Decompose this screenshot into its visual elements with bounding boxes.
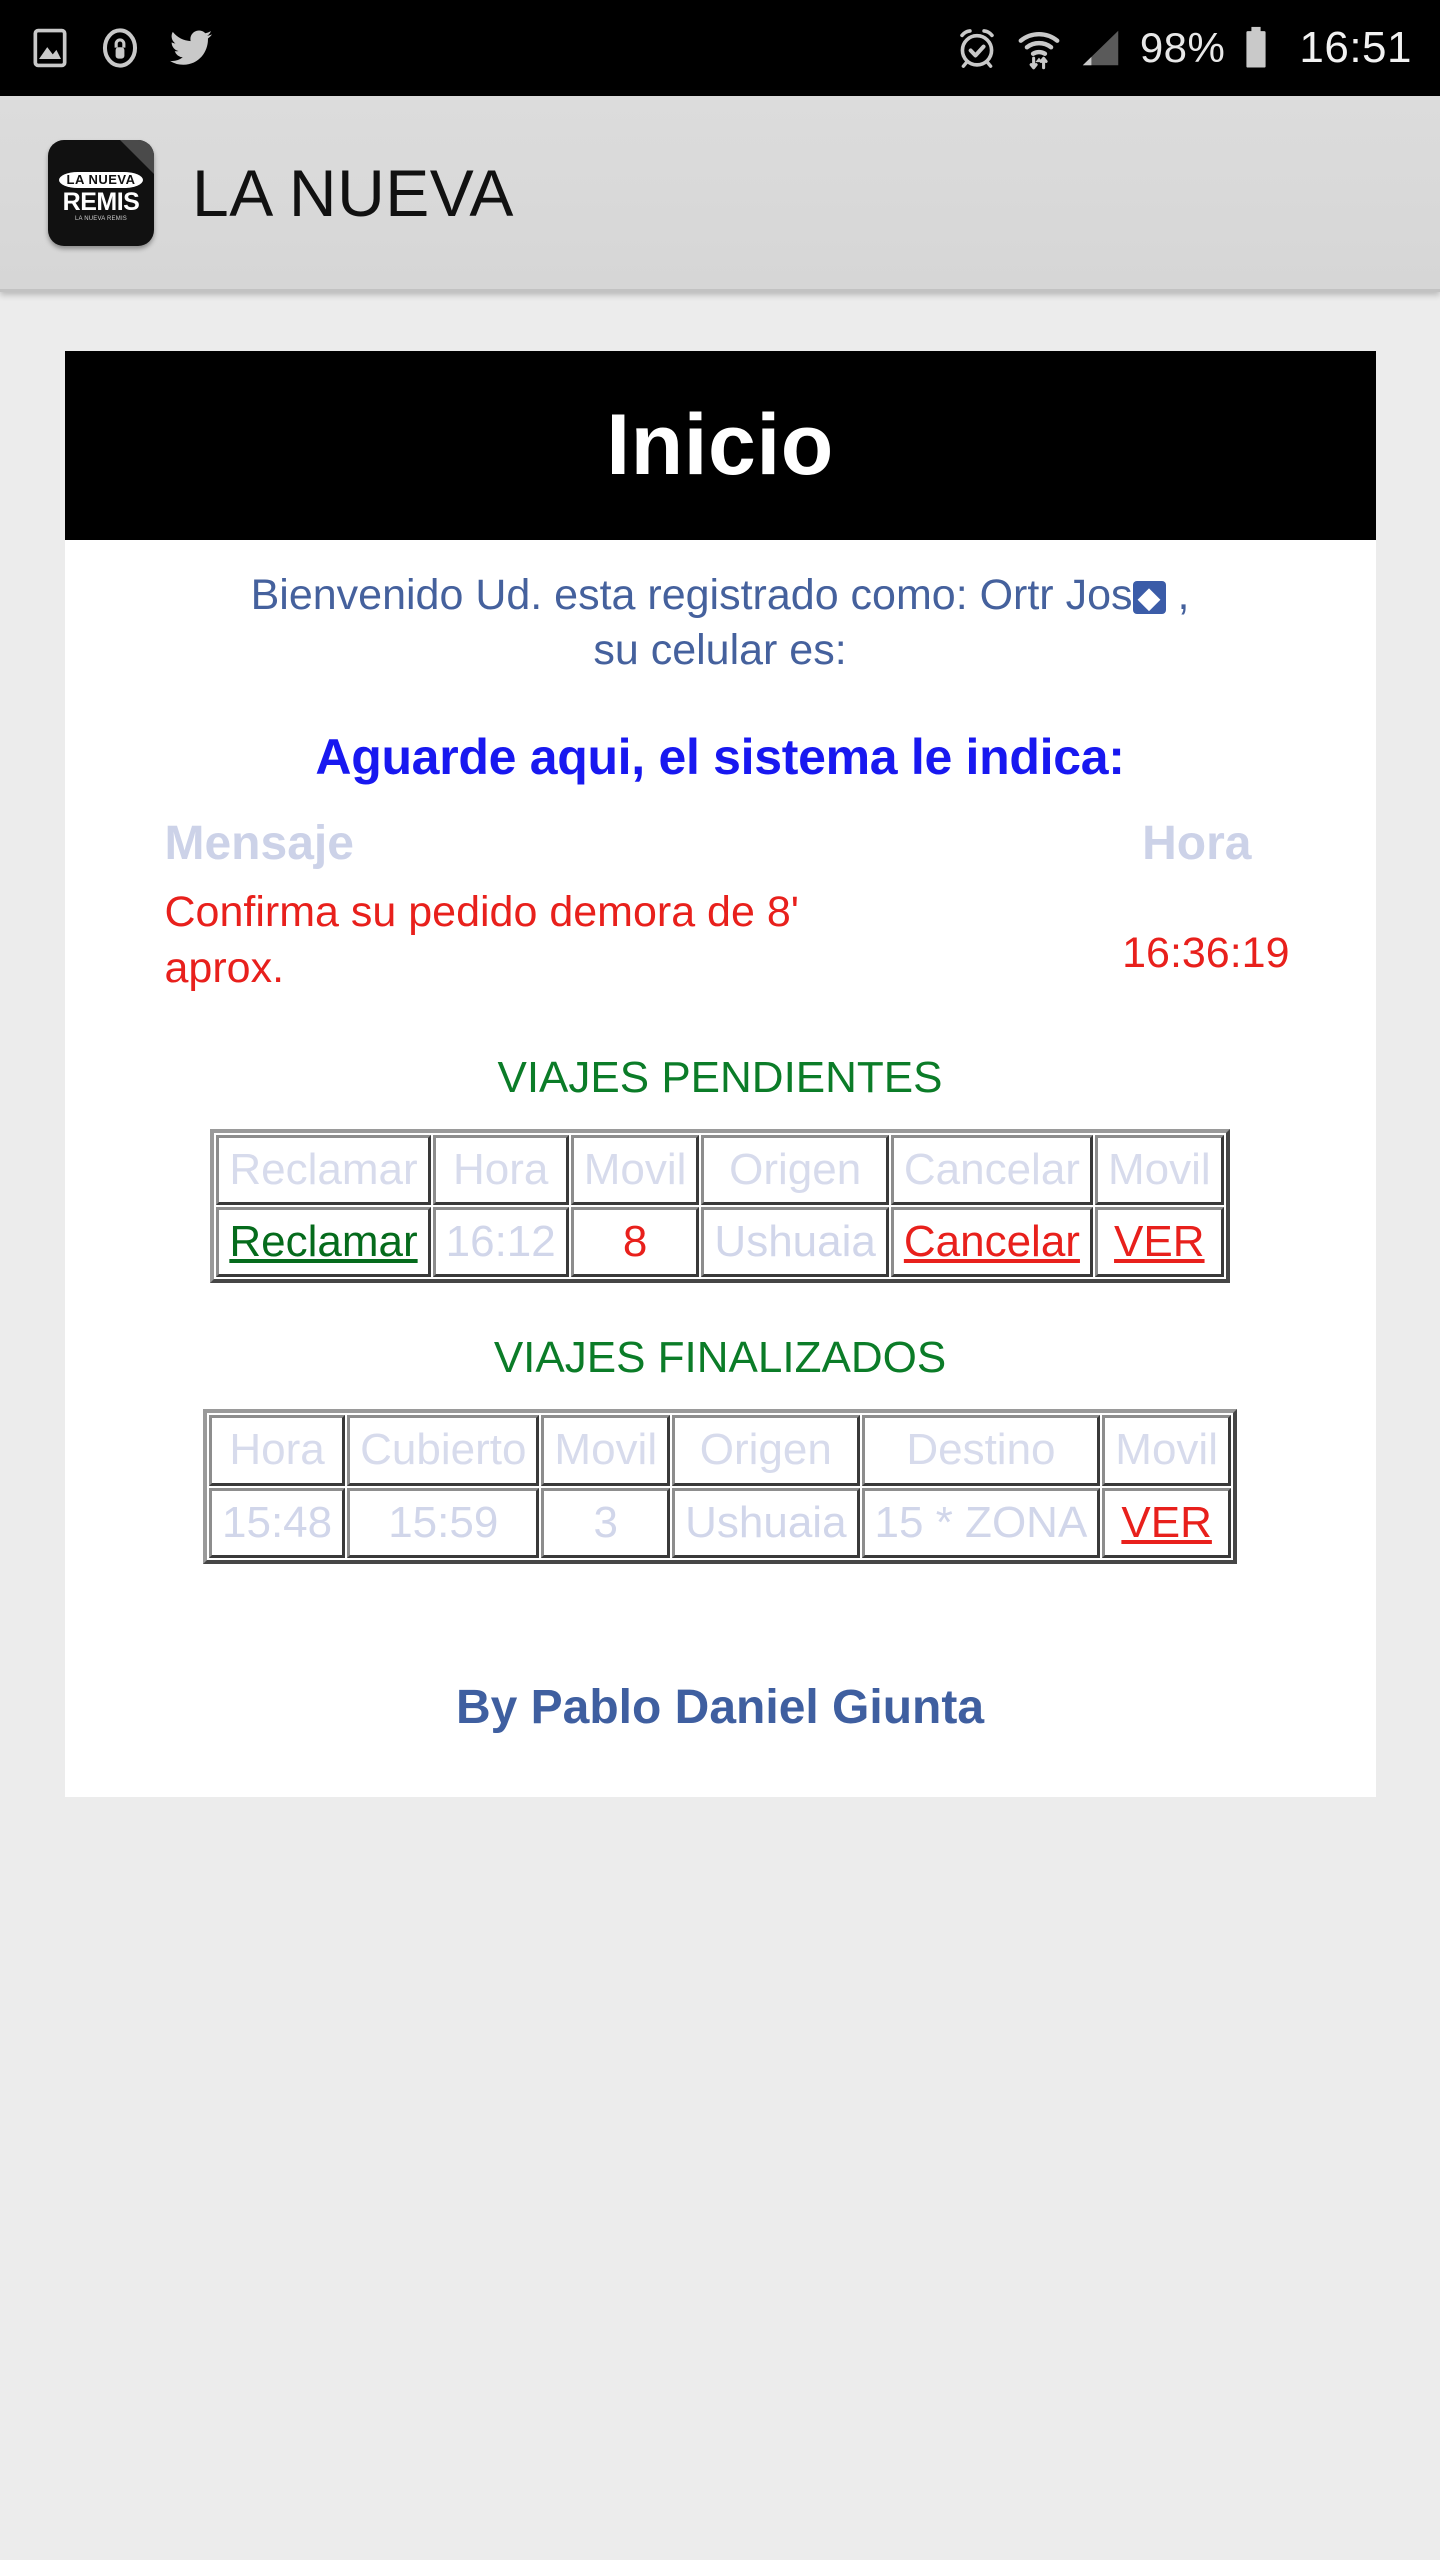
- finished-cell-ver[interactable]: VER: [1102, 1487, 1231, 1559]
- table-row: Reclamar 16:12 8 Ushuaia Cancelar VER: [216, 1207, 1224, 1278]
- pending-header-reclamar: Reclamar: [216, 1134, 431, 1206]
- footer-credit: By Pablo Daniel Giunta: [455, 1681, 985, 1735]
- logo-corner-fold: [120, 139, 154, 174]
- finished-cell-origen: Ushuaia: [672, 1487, 860, 1559]
- finished-header-movil: Movil: [541, 1415, 671, 1486]
- finished-header-hora: Hora: [209, 1415, 346, 1486]
- hora-header-label: Hora: [1142, 817, 1252, 871]
- ver-link-pending[interactable]: VER: [1114, 1217, 1204, 1266]
- gallery-icon: [28, 26, 72, 70]
- pending-trips-table: Reclamar Hora Movil Origen Cancelar Movi…: [210, 1128, 1230, 1284]
- battery-percent-label: 98%: [1139, 24, 1226, 71]
- pending-header-cancelar: Cancelar: [890, 1134, 1093, 1206]
- status-bar-left-icons: [28, 25, 214, 71]
- finished-header-movil-2: Movil: [1102, 1415, 1231, 1486]
- table-header-row: Reclamar Hora Movil Origen Cancelar Movi…: [216, 1134, 1224, 1206]
- finished-cell-destino: 15 * ZONA: [861, 1487, 1101, 1559]
- signal-icon: [1078, 25, 1124, 71]
- message-text: Confirma su pedido demora de 8' aprox.: [164, 888, 799, 992]
- finished-cell-cubierto: 15:59: [347, 1487, 540, 1559]
- message-row: Confirma su pedido demora de 8' aprox. 1…: [65, 875, 1376, 1003]
- pending-cell-ver[interactable]: VER: [1094, 1207, 1224, 1278]
- logo-sub-text: LA NUEVA REMIS: [74, 215, 128, 222]
- status-bar-clock: 16:51: [1299, 23, 1412, 72]
- status-bar: 98% 16:51: [0, 0, 1440, 96]
- pending-cell-origen: Ushuaia: [701, 1207, 889, 1278]
- pending-header-hora: Hora: [432, 1134, 569, 1206]
- welcome-suffix: ,: [1165, 571, 1190, 619]
- page-title-banner: Inicio: [64, 351, 1376, 540]
- finished-header-destino: Destino: [861, 1415, 1101, 1486]
- app-bar: LA NUEVA REMIS LA NUEVA REMIS LA NUEVA: [0, 96, 1440, 292]
- pending-header-movil: Movil: [570, 1134, 700, 1206]
- twitter-icon: [168, 25, 214, 71]
- finished-cell-movil: 3: [541, 1487, 671, 1559]
- battery-icon: [1241, 25, 1271, 71]
- content-card: Inicio Bienvenido Ud. esta registrado co…: [64, 351, 1376, 1798]
- welcome-message: Bienvenido Ud. esta registrado como: Ort…: [65, 540, 1376, 682]
- status-bar-right-icons: 98% 16:51: [954, 23, 1412, 73]
- pending-header-origen: Origen: [701, 1134, 889, 1206]
- pending-cell-reclamar[interactable]: Reclamar: [216, 1207, 431, 1278]
- replacement-char-glyph: ◆: [1132, 581, 1166, 614]
- pending-cell-cancelar[interactable]: Cancelar: [890, 1207, 1093, 1278]
- message-time: 16:36:19: [1122, 929, 1290, 978]
- finished-header-origen: Origen: [672, 1415, 860, 1486]
- table-header-row: Hora Cubierto Movil Origen Destino Movil: [209, 1415, 1231, 1486]
- page-title: Inicio: [606, 397, 834, 493]
- app-title: LA NUEVA: [192, 155, 514, 230]
- logo-inner: LA NUEVA REMIS LA NUEVA REMIS: [59, 171, 143, 222]
- wifi-icon: [1016, 25, 1062, 71]
- logo-main-text: REMIS: [62, 187, 140, 216]
- app-logo-icon: LA NUEVA REMIS LA NUEVA REMIS: [48, 139, 154, 246]
- welcome-prefix: Bienvenido Ud. esta registrado como: Ort…: [250, 571, 1133, 619]
- message-header-label: Mensaje: [164, 817, 354, 871]
- finished-header-cubierto: Cubierto: [347, 1415, 540, 1486]
- finished-cell-hora: 15:48: [209, 1487, 346, 1559]
- pending-table-wrapper: Reclamar Hora Movil Origen Cancelar Movi…: [65, 1128, 1376, 1284]
- page-background: Inicio Bienvenido Ud. esta registrado co…: [0, 292, 1440, 2560]
- logo-top-text: LA NUEVA: [59, 171, 143, 188]
- table-row: 15:48 15:59 3 Ushuaia 15 * ZONA VER: [209, 1487, 1231, 1559]
- pending-cell-hora: 16:12: [432, 1207, 569, 1278]
- message-column-headers: Mensaje Hora: [65, 808, 1376, 875]
- finished-section-title: VIAJES FINALIZADOS: [493, 1333, 947, 1383]
- pending-cell-movil: 8: [570, 1207, 700, 1278]
- welcome-line-two: su celular es:: [593, 626, 847, 675]
- pending-header-movil-2: Movil: [1094, 1134, 1224, 1206]
- aguarde-heading: Aguarde aqui, el sistema le indica:: [315, 729, 1125, 786]
- cancelar-link[interactable]: Cancelar: [904, 1217, 1080, 1266]
- alarm-icon: [954, 25, 1000, 71]
- finished-table-wrapper: Hora Cubierto Movil Origen Destino Movil…: [65, 1409, 1376, 1565]
- reclamar-link[interactable]: Reclamar: [229, 1217, 417, 1266]
- finished-trips-table: Hora Cubierto Movil Origen Destino Movil…: [203, 1409, 1237, 1565]
- lock-icon: [98, 26, 142, 70]
- ver-link-finished[interactable]: VER: [1121, 1498, 1211, 1547]
- pending-section-title: VIAJES PENDIENTES: [497, 1052, 943, 1102]
